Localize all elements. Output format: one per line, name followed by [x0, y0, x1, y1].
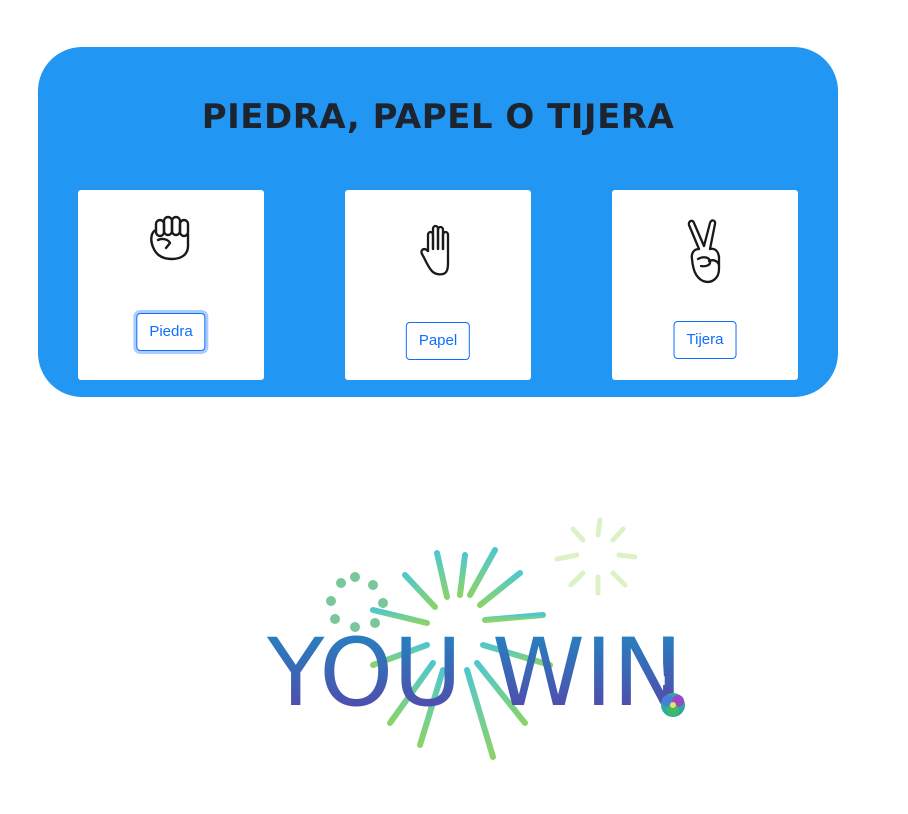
tijera-button[interactable]: Tijera — [673, 321, 737, 359]
fist-icon — [150, 215, 190, 261]
peace-hand-icon — [687, 219, 721, 283]
flower-logo-icon — [661, 693, 685, 717]
option-card-papel: Papel — [345, 190, 531, 380]
papel-button[interactable]: Papel — [405, 322, 471, 360]
firework-faint — [554, 517, 638, 596]
you-win-text: YOU WIN — [266, 619, 683, 728]
game-panel: PIEDRA, PAPEL O TIJERA Piedra Papel Tije… — [38, 47, 838, 397]
you-win-graphic: YOU WIN ! — [266, 517, 685, 773]
open-hand-icon — [420, 224, 450, 276]
option-card-tijera: Tijera — [612, 190, 798, 380]
option-card-piedra: Piedra — [78, 190, 264, 380]
piedra-button[interactable]: Piedra — [136, 313, 206, 351]
game-title: PIEDRA, PAPEL O TIJERA — [201, 97, 675, 137]
